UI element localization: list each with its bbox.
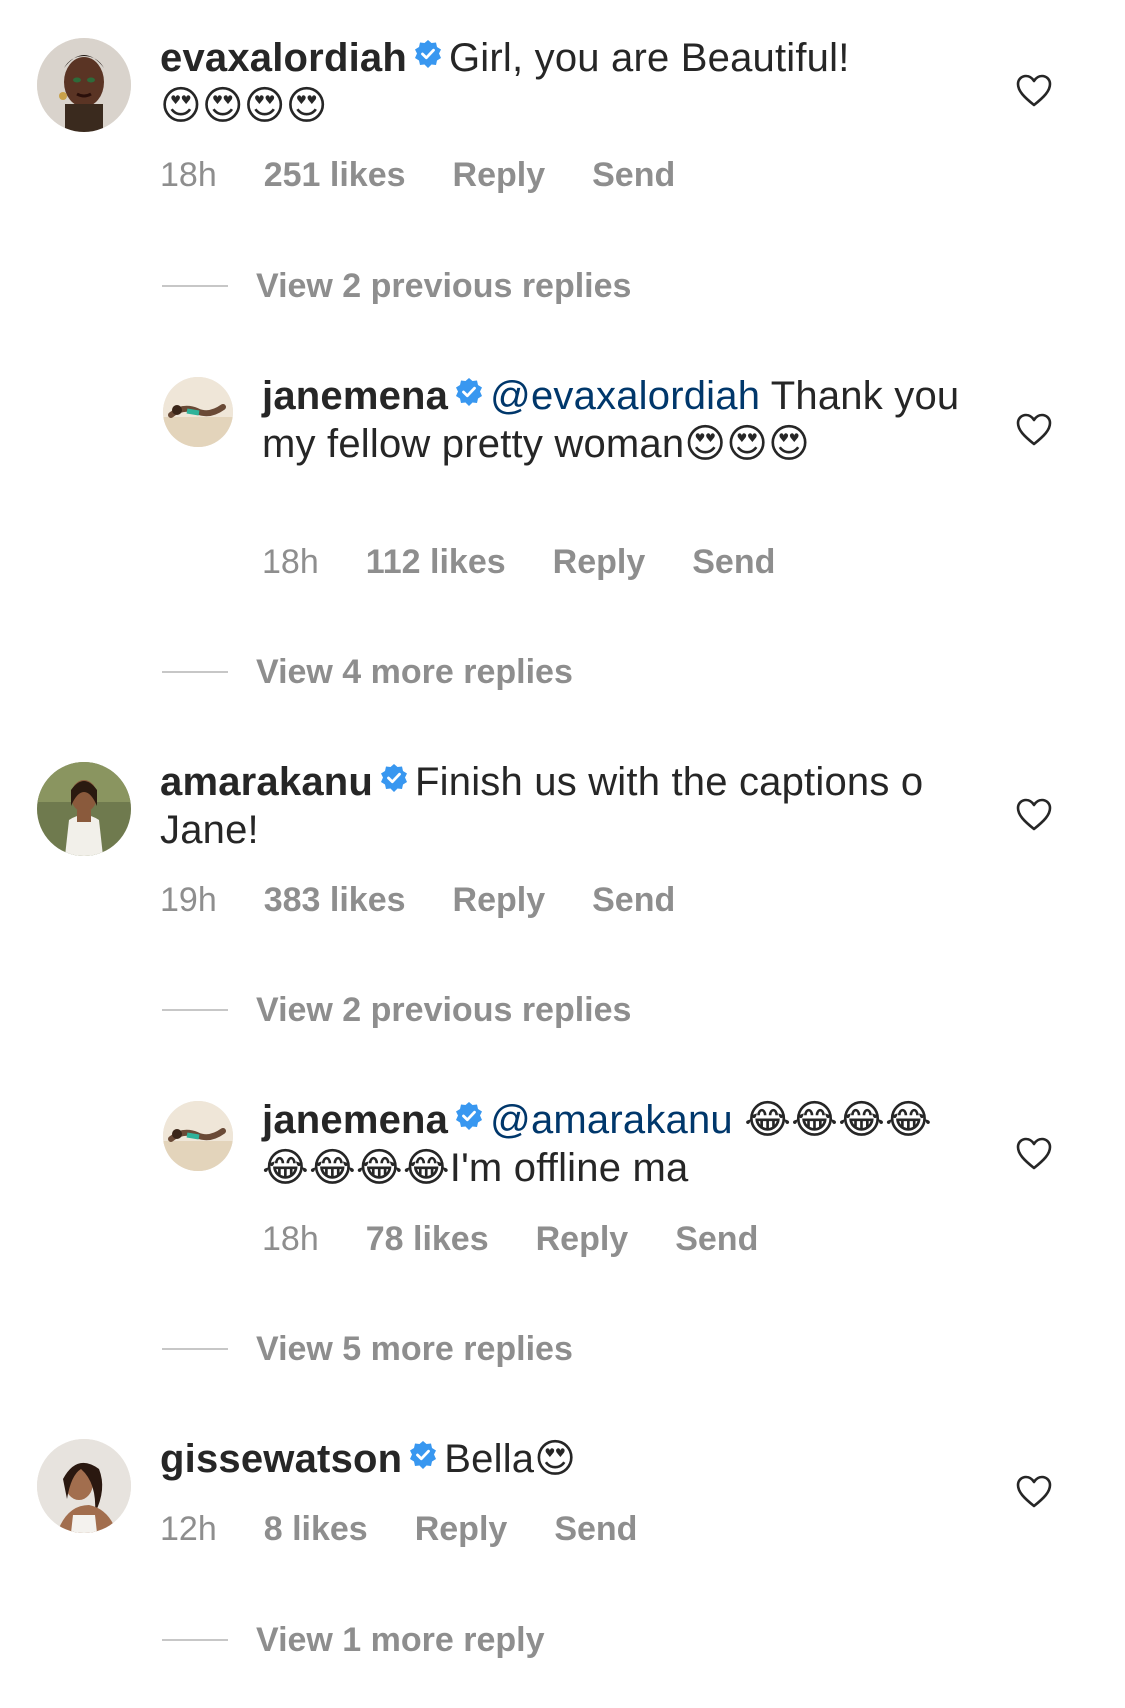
avatar-janemena[interactable] (163, 377, 233, 447)
divider-line (162, 1009, 228, 1011)
reply-meta: 18h 112 likes Reply Send (262, 542, 822, 582)
verified-badge-icon (413, 39, 443, 69)
view-replies-label: View 1 more reply (256, 1621, 545, 1659)
comment-body: Girl, you are Beautiful! (448, 36, 850, 80)
heart-eyes-emoji: 😍😍😍 (684, 421, 811, 467)
comment-meta: 12h 8 likes Reply Send (160, 1509, 684, 1549)
avatar-amarakanu[interactable] (37, 762, 131, 856)
mention-link[interactable]: @evaxalordiah (490, 374, 760, 418)
timestamp: 18h (262, 1220, 319, 1258)
username[interactable]: gissewatson (160, 1437, 402, 1481)
likes-count[interactable]: 251 likes (264, 155, 406, 195)
avatar-janemena[interactable] (163, 1101, 233, 1171)
comment-body: Bella (444, 1437, 535, 1481)
reply-button[interactable]: Reply (453, 155, 546, 195)
timestamp: 12h (160, 1510, 217, 1548)
reply-text: janemena @amarakanu 😂😂😂😂😂😂😂😂I'm offline m… (262, 1096, 972, 1192)
username[interactable]: amarakanu (160, 760, 373, 804)
comment-text: evaxalordiah Girl, you are Beautiful! 😍😍😍… (160, 34, 975, 130)
likes-count[interactable]: 383 likes (264, 880, 406, 920)
comment-text: amarakanu Finish us with the captions o J… (160, 758, 975, 854)
view-more-replies-button[interactable]: View 4 more replies (162, 652, 573, 692)
verified-badge-icon (379, 763, 409, 793)
divider-line (162, 1639, 228, 1641)
view-more-replies-button[interactable]: View 5 more replies (162, 1329, 573, 1369)
timestamp: 18h (262, 543, 319, 581)
send-button[interactable]: Send (692, 542, 775, 582)
view-previous-replies-button[interactable]: View 2 previous replies (162, 266, 631, 306)
mention-link[interactable]: @amarakanu (490, 1098, 733, 1142)
send-button[interactable]: Send (592, 880, 675, 920)
like-heart-icon[interactable] (1016, 74, 1052, 108)
verified-badge-icon (454, 377, 484, 407)
verified-badge-icon (454, 1101, 484, 1131)
divider-line (162, 671, 228, 673)
view-replies-label: View 4 more replies (256, 653, 573, 691)
username[interactable]: evaxalordiah (160, 36, 407, 80)
view-previous-replies-button[interactable]: View 2 previous replies (162, 990, 631, 1030)
comment-meta: 18h 251 likes Reply Send (160, 155, 722, 195)
verified-badge-icon (408, 1440, 438, 1470)
username[interactable]: janemena (262, 1098, 448, 1142)
reply-button[interactable]: Reply (415, 1509, 508, 1549)
reply-body: I'm offline ma (449, 1146, 689, 1190)
divider-line (162, 285, 228, 287)
username[interactable]: janemena (262, 374, 448, 418)
view-replies-label: View 2 previous replies (256, 267, 632, 305)
comment-text: gissewatson Bella😍 (160, 1435, 975, 1483)
send-button[interactable]: Send (592, 155, 675, 195)
send-button[interactable]: Send (675, 1219, 758, 1259)
avatar-gissewatson[interactable] (37, 1439, 131, 1533)
divider-line (162, 1348, 228, 1350)
reply-button[interactable]: Reply (553, 542, 646, 582)
like-heart-icon[interactable] (1016, 798, 1052, 832)
heart-eyes-emoji: 😍 (534, 1436, 577, 1482)
avatar-evaxalordiah[interactable] (37, 38, 131, 132)
reply-button[interactable]: Reply (453, 880, 546, 920)
reply-button[interactable]: Reply (536, 1219, 629, 1259)
timestamp: 18h (160, 156, 217, 194)
reply-text: janemena @evaxalordiah Thank you my fello… (262, 372, 972, 468)
reply-meta: 18h 78 likes Reply Send (262, 1219, 805, 1259)
view-replies-label: View 2 previous replies (256, 991, 632, 1029)
send-button[interactable]: Send (554, 1509, 637, 1549)
view-more-replies-button[interactable]: View 1 more reply (162, 1620, 545, 1660)
like-heart-icon[interactable] (1016, 1137, 1052, 1171)
like-heart-icon[interactable] (1016, 413, 1052, 447)
heart-eyes-emoji: 😍😍😍😍 (160, 83, 328, 129)
comment-meta: 19h 383 likes Reply Send (160, 880, 722, 920)
view-replies-label: View 5 more replies (256, 1330, 573, 1368)
likes-count[interactable]: 112 likes (366, 542, 506, 582)
likes-count[interactable]: 8 likes (264, 1509, 368, 1549)
likes-count[interactable]: 78 likes (366, 1219, 489, 1259)
like-heart-icon[interactable] (1016, 1475, 1052, 1509)
timestamp: 19h (160, 881, 217, 919)
